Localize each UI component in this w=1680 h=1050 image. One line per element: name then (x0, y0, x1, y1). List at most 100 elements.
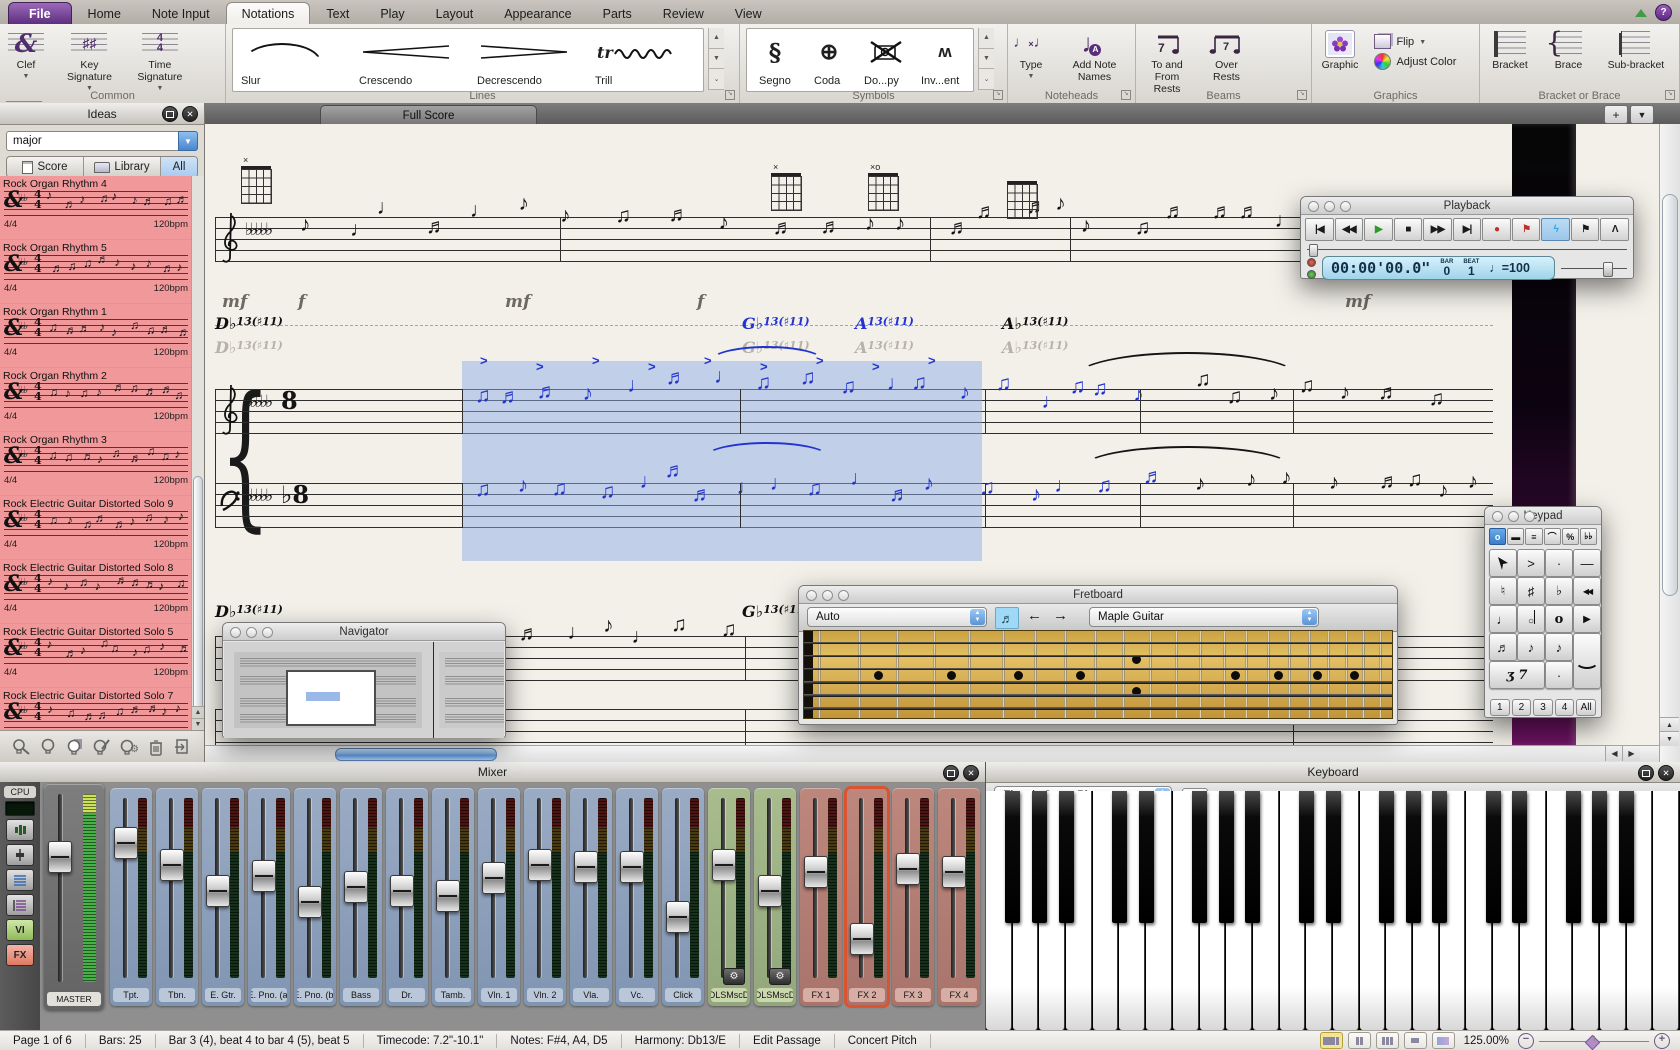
mixer-channel-strip[interactable]: ⚙ FX 4 (938, 788, 980, 1006)
vertical-scrollbar-thumb[interactable] (1662, 194, 1678, 596)
note[interactable]: ♫ (721, 619, 737, 640)
piano-black-key[interactable] (1112, 791, 1127, 923)
close-panel-icon[interactable]: ✕ (963, 765, 979, 781)
show-meters-button[interactable] (6, 819, 34, 841)
ribbon-tab[interactable]: File (8, 2, 72, 24)
note[interactable]: ♪ (895, 213, 906, 234)
ribbon-tab[interactable]: View (720, 3, 777, 24)
note[interactable]: ♬ (889, 484, 910, 505)
horizontal-scrollbar[interactable]: ◀ ▶ (205, 745, 1660, 762)
Rock Organ Rhythm 2[interactable]: Rock Organ Rhythm 2 &♭♭♭44 ♫♪♫♪♬♫♬♬♫ 4/4… (0, 370, 192, 432)
mixer-channel-strip[interactable]: ⚙ Dr. (386, 788, 428, 1006)
dynamic-marking[interactable]: mf (222, 292, 247, 312)
dynamic-marking[interactable]: f (697, 292, 704, 312)
note[interactable]: ♩ (1275, 210, 1296, 231)
mixer-channel-strip[interactable]: ⚙ Vla. (570, 788, 612, 1006)
brace-button[interactable]: { Brace (1546, 27, 1590, 72)
piano-black-key[interactable] (1245, 791, 1260, 923)
note[interactable]: ♪ (603, 615, 614, 636)
search-dropdown-icon[interactable]: ▼ (178, 131, 198, 151)
document-tab-full-score[interactable]: Full Score (320, 105, 537, 125)
mixer-channel-strip[interactable]: ⚙ FX 2 (846, 788, 888, 1006)
channel-fader[interactable] (942, 856, 966, 888)
mixer-channel-strip[interactable]: ⚙ Vln. 1 (478, 788, 520, 1006)
Rock Organ Rhythm 5[interactable]: Rock Organ Rhythm 5 &♭♭♭44 ♬♫♫♬♪♪♪♬♪ 4/4… (0, 242, 192, 304)
stop-button[interactable]: ■ (1394, 218, 1423, 241)
flip-button[interactable]: Flip▼ (1374, 34, 1456, 49)
note[interactable]: ♩ (377, 197, 398, 218)
keypad-quarter-note-key[interactable]: ♩ (1489, 605, 1517, 633)
master-channel-strip[interactable]: MASTER (44, 784, 104, 1010)
guitar-string[interactable] (804, 655, 1392, 657)
undock-panel-icon[interactable] (162, 106, 178, 122)
vertical-scrollbar[interactable]: ▲ ▼ (1659, 124, 1680, 762)
keypad-natural-key[interactable]: ♮ (1489, 577, 1517, 605)
mixer-channel-strip[interactable]: ⚙ Tbn. (156, 788, 198, 1006)
keypad-layout-button[interactable]: 4 (1555, 699, 1575, 716)
chord-symbol[interactable]: A13(♯11) (855, 314, 914, 333)
tab-list-icon[interactable]: ▼ (1630, 105, 1654, 124)
ideas-scrollbar-thumb[interactable] (193, 476, 203, 718)
note[interactable]: ♬ (692, 484, 713, 505)
edit-idea-icon[interactable] (92, 737, 112, 757)
minimize-ribbon-icon[interactable] (1635, 9, 1647, 17)
bracket-dialog-launcher-icon[interactable]: ↘ (1665, 90, 1675, 100)
piano-black-key[interactable] (1005, 791, 1020, 923)
piano-black-key[interactable] (1592, 791, 1607, 923)
keypad-sixteenth-note-key[interactable]: ♬ (1489, 633, 1517, 661)
channel-fader[interactable] (298, 886, 322, 918)
keypad-half-note-key[interactable]: ○ (1517, 605, 1545, 633)
note[interactable]: ♪ (1438, 480, 1449, 501)
channel-fader[interactable] (390, 875, 414, 907)
Rock Organ Rhythm 4[interactable]: Rock Organ Rhythm 4 &♭♭♭44 ♪♬♪♫♪♪♬♫♬ 4/4… (0, 178, 192, 240)
view-mode-normal-icon[interactable] (1320, 1032, 1343, 1049)
keypad-tab-beams[interactable]: ≡ (1525, 528, 1542, 545)
window-buttons[interactable] (230, 627, 273, 638)
piano-black-key[interactable] (1032, 791, 1047, 923)
note[interactable]: ♪ (1081, 215, 1092, 236)
ribbon-tab[interactable]: Appearance (489, 3, 586, 24)
slur[interactable] (1083, 446, 1292, 488)
note[interactable]: ♫ (1299, 375, 1315, 396)
tempo-slider[interactable] (1561, 261, 1627, 275)
navigator-view-rect[interactable] (286, 670, 376, 726)
note[interactable]: ♫ (1429, 388, 1445, 409)
note[interactable]: ♬ (1212, 201, 1233, 222)
delete-idea-icon[interactable] (146, 737, 166, 757)
accent-articulation[interactable]: > (480, 353, 488, 368)
note[interactable]: ♬ (1239, 201, 1260, 222)
ribbon-tab[interactable]: Parts (588, 3, 647, 24)
guitar-string[interactable] (804, 668, 1392, 670)
beam-to-from-rests-button[interactable]: 7 To and From Rests (1138, 27, 1196, 95)
note[interactable]: ♩ (470, 200, 491, 221)
Rock Electric Guitar Distorted Solo 8[interactable]: Rock Electric Guitar Distorted Solo 8 &♭… (0, 562, 192, 624)
note[interactable]: ♫ (1407, 469, 1423, 490)
mixer-channel-strip[interactable]: ⚙ E. Pno. (b) (294, 788, 336, 1006)
ideas-tab-all[interactable]: All (161, 157, 197, 177)
channel-settings-icon[interactable]: ⚙ (723, 968, 745, 985)
view-mode-panorama-icon[interactable] (1432, 1032, 1455, 1049)
note[interactable]: ♬ (519, 623, 540, 644)
dynamic-marking[interactable]: mf (505, 292, 530, 312)
show-staves-button[interactable] (6, 869, 34, 891)
note[interactable]: ♩ (567, 622, 588, 643)
sub-bracket-button[interactable]: Sub-bracket (1599, 27, 1673, 72)
scroll-left-icon[interactable]: ◀ (1605, 746, 1623, 761)
note[interactable]: ♫ (1135, 217, 1151, 238)
channel-fader[interactable] (758, 875, 782, 907)
piano-black-key[interactable] (1619, 791, 1634, 923)
note[interactable]: ♪ (959, 382, 970, 403)
note[interactable]: ♪ (583, 383, 594, 404)
mixer-channel-strip[interactable]: ⚙ FX 1 (800, 788, 842, 1006)
horizontal-scrollbar-thumb[interactable] (335, 748, 497, 761)
note[interactable]: ♪ (1340, 382, 1351, 403)
note[interactable]: ♪ (719, 212, 730, 233)
zoom-slider[interactable] (1539, 1034, 1649, 1048)
keypad-title-bar[interactable]: Keypad (1485, 507, 1601, 525)
channel-fader[interactable] (850, 923, 874, 955)
accent-articulation[interactable]: > (536, 359, 544, 374)
note[interactable]: ♩ (770, 473, 791, 494)
effects-button[interactable]: FX (6, 944, 34, 966)
ideas-search-input[interactable]: major (6, 131, 178, 151)
bracket-button[interactable]: Bracket (1482, 27, 1538, 72)
